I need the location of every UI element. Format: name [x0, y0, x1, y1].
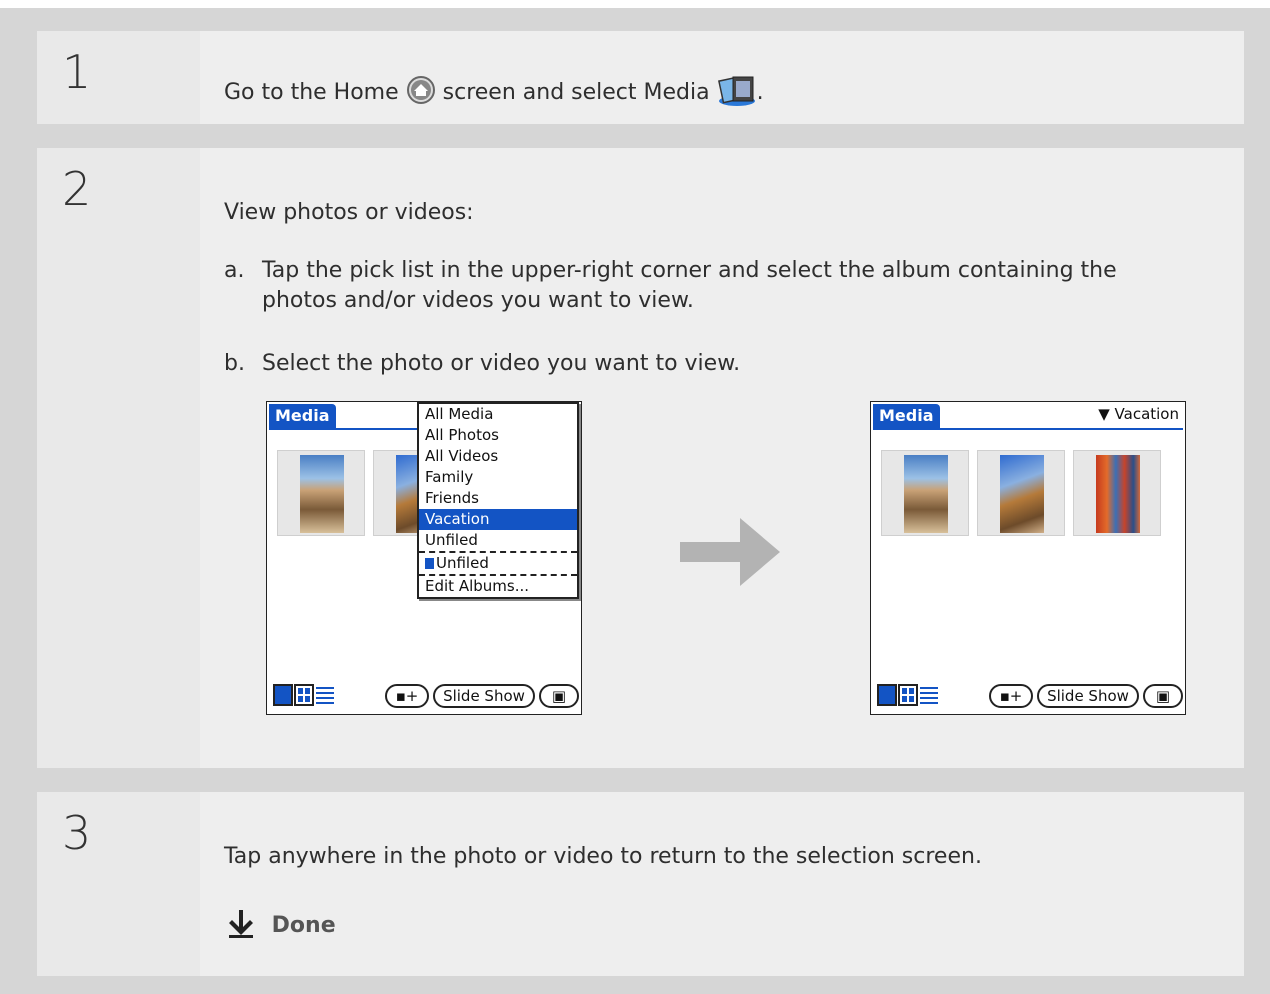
- step-2-intro: View photos or videos:: [224, 200, 474, 225]
- photo-thumbnail[interactable]: [277, 450, 365, 536]
- step-number: 2: [62, 162, 92, 216]
- photo-thumbnail[interactable]: [881, 450, 969, 536]
- menu-item-vacation[interactable]: Vacation: [419, 509, 577, 530]
- arrow-down-icon: [229, 910, 253, 938]
- bottom-toolbar: ▪+ Slide Show ▣: [273, 684, 579, 710]
- photo-thumbnail[interactable]: [977, 450, 1065, 536]
- album-picklist-popup: All Media All Photos All Videos Family F…: [417, 402, 579, 599]
- menu-item-all-videos[interactable]: All Videos: [419, 446, 577, 467]
- menu-item-family[interactable]: Family: [419, 467, 577, 488]
- sub-step-a-label: a.: [224, 258, 245, 283]
- instruction-text: .: [756, 80, 764, 105]
- step-number-box: 3: [37, 792, 200, 976]
- card-media-button[interactable]: ▣: [539, 684, 579, 708]
- step-2: 2 View photos or videos: a. Tap the pick…: [37, 148, 1244, 768]
- album-picklist[interactable]: ▼ Vacation: [1098, 402, 1185, 426]
- menu-item-unfiled[interactable]: Unfiled: [419, 530, 577, 551]
- media-app-icon: [717, 73, 757, 113]
- single-view-icon[interactable]: [877, 684, 897, 706]
- menu-item-all-photos[interactable]: All Photos: [419, 425, 577, 446]
- home-icon: [406, 75, 436, 111]
- step-1: 1 Go to the Home screen and select Media…: [37, 31, 1244, 124]
- done-label: Done: [271, 913, 336, 938]
- menu-item-card-unfiled[interactable]: Unfiled: [419, 551, 577, 574]
- grid-view-icon[interactable]: [294, 684, 314, 706]
- menu-item-edit-albums[interactable]: Edit Albums...: [419, 574, 577, 597]
- step-body: View photos or videos: a. Tap the pick l…: [200, 148, 1244, 768]
- card-media-icon: ▣: [1155, 687, 1171, 705]
- chevron-down-icon: ▼: [1098, 405, 1115, 423]
- view-switcher: [877, 684, 940, 706]
- title-rule: [873, 428, 1183, 430]
- sub-step-a-line1: Tap the pick list in the upper-right cor…: [262, 258, 1117, 283]
- arrow-right-icon: [680, 512, 784, 596]
- instruction-text: screen and select Media: [442, 80, 710, 105]
- picklist-value: Vacation: [1114, 405, 1179, 423]
- media-screen-with-picklist: Media All Media All Photos All Videos Fa…: [266, 401, 582, 715]
- sub-step-a-line2: photos and/or videos you want to view.: [262, 288, 694, 313]
- add-media-icon: ▪+: [395, 687, 419, 705]
- app-title: Media: [873, 404, 940, 428]
- step-3: 3 Tap anywhere in the photo or video to …: [37, 792, 1244, 976]
- step-body: Go to the Home screen and select Media .: [200, 31, 1244, 124]
- photo-thumbnail[interactable]: [1073, 450, 1161, 536]
- step-number: 1: [62, 45, 92, 99]
- view-switcher: [273, 684, 336, 706]
- step-3-instruction: Tap anywhere in the photo or video to re…: [224, 844, 982, 869]
- card-media-button[interactable]: ▣: [1143, 684, 1183, 708]
- step-body: Tap anywhere in the photo or video to re…: [200, 792, 1244, 976]
- slide-show-button[interactable]: Slide Show: [1037, 684, 1139, 708]
- bottom-toolbar: ▪+ Slide Show ▣: [877, 684, 1183, 710]
- page: 1 Go to the Home screen and select Media…: [0, 0, 1270, 994]
- list-view-icon[interactable]: [919, 684, 939, 706]
- add-media-icon: ▪+: [999, 687, 1023, 705]
- add-media-button[interactable]: ▪+: [989, 684, 1033, 708]
- step-number: 3: [62, 806, 92, 860]
- grid-view-icon[interactable]: [898, 684, 918, 706]
- instruction-text: Go to the Home: [224, 80, 399, 105]
- list-view-icon[interactable]: [315, 684, 335, 706]
- sub-step-b-text: Select the photo or video you want to vi…: [262, 351, 741, 376]
- single-view-icon[interactable]: [273, 684, 293, 706]
- sub-step-b-label: b.: [224, 351, 245, 376]
- step-number-box: 1: [37, 31, 200, 124]
- menu-item-all-media[interactable]: All Media: [419, 404, 577, 425]
- done-marker: Done: [228, 910, 336, 938]
- media-screen-vacation: Media ▼ Vacation ▪+ Slide Show ▣: [870, 401, 1186, 715]
- menu-item-label: Unfiled: [436, 554, 489, 572]
- step-number-box: 2: [37, 148, 200, 768]
- menu-item-friends[interactable]: Friends: [419, 488, 577, 509]
- card-icon: [425, 558, 434, 569]
- app-title: Media: [269, 404, 336, 428]
- add-media-button[interactable]: ▪+: [385, 684, 429, 708]
- card-media-icon: ▣: [551, 687, 567, 705]
- step-1-instruction: Go to the Home screen and select Media .: [224, 73, 764, 113]
- slide-show-button[interactable]: Slide Show: [433, 684, 535, 708]
